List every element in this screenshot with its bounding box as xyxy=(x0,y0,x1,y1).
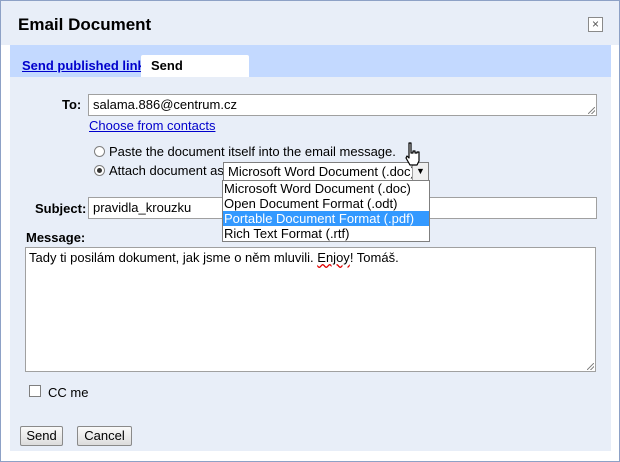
attach-option[interactable]: Attach document as: xyxy=(94,163,228,178)
resize-grip-icon[interactable] xyxy=(588,107,595,114)
message-text-end: ! Tomáš. xyxy=(349,250,399,265)
paste-radio[interactable] xyxy=(94,146,105,157)
email-document-dialog: Email Document × Send published link Sen… xyxy=(0,0,620,462)
tab-send-published-link[interactable]: Send published link xyxy=(12,55,155,77)
cc-me-checkbox[interactable] xyxy=(29,385,41,397)
subject-value: pravidla_krouzku xyxy=(93,200,192,215)
subject-label: Subject: xyxy=(35,201,87,216)
dialog-titlebar: Email Document × xyxy=(1,1,619,45)
message-label: Message: xyxy=(26,230,86,245)
choose-from-contacts-link[interactable]: Choose from contacts xyxy=(89,118,215,133)
dropdown-option-odt[interactable]: Open Document Format (.odt) xyxy=(223,196,429,211)
to-label: To: xyxy=(62,97,82,112)
hand-cursor-icon xyxy=(405,142,420,166)
attach-format-selected: Microsoft Word Document (.doc) xyxy=(228,164,415,179)
send-button[interactable]: Send xyxy=(20,426,63,446)
tab-send-document[interactable]: Send document xyxy=(141,55,249,95)
paste-option-label: Paste the document itself into the email… xyxy=(109,144,396,159)
misspelled-word[interactable]: Enjoy xyxy=(317,250,350,265)
to-value: salama.886@centrum.cz xyxy=(93,97,237,112)
dialog-title: Email Document xyxy=(18,15,152,34)
dropdown-option-pdf[interactable]: Portable Document Format (.pdf) xyxy=(223,211,429,226)
cancel-button[interactable]: Cancel xyxy=(77,426,132,446)
paste-option[interactable]: Paste the document itself into the email… xyxy=(94,144,396,159)
attach-option-label: Attach document as: xyxy=(109,163,228,178)
to-field[interactable]: salama.886@centrum.cz xyxy=(88,94,597,116)
dropdown-option-rtf[interactable]: Rich Text Format (.rtf) xyxy=(223,226,429,241)
tab-bar: Send published link Send document xyxy=(10,45,611,95)
send-document-panel: To: salama.886@centrum.cz Choose from co… xyxy=(10,77,611,451)
message-text-start: Tady ti posilám dokument, jak jsme o něm… xyxy=(29,250,318,265)
attach-radio[interactable] xyxy=(94,165,105,176)
cc-me-label: CC me xyxy=(48,385,89,400)
resize-grip-icon[interactable] xyxy=(587,363,594,370)
dropdown-option-doc[interactable]: Microsoft Word Document (.doc) xyxy=(223,181,429,196)
attach-format-select[interactable]: Microsoft Word Document (.doc) ▼ xyxy=(223,162,429,181)
close-icon[interactable]: × xyxy=(588,17,603,32)
attach-format-dropdown: Microsoft Word Document (.doc) Open Docu… xyxy=(222,180,430,242)
message-textarea[interactable]: Tady ti posilám dokument, jak jsme o něm… xyxy=(25,247,596,372)
